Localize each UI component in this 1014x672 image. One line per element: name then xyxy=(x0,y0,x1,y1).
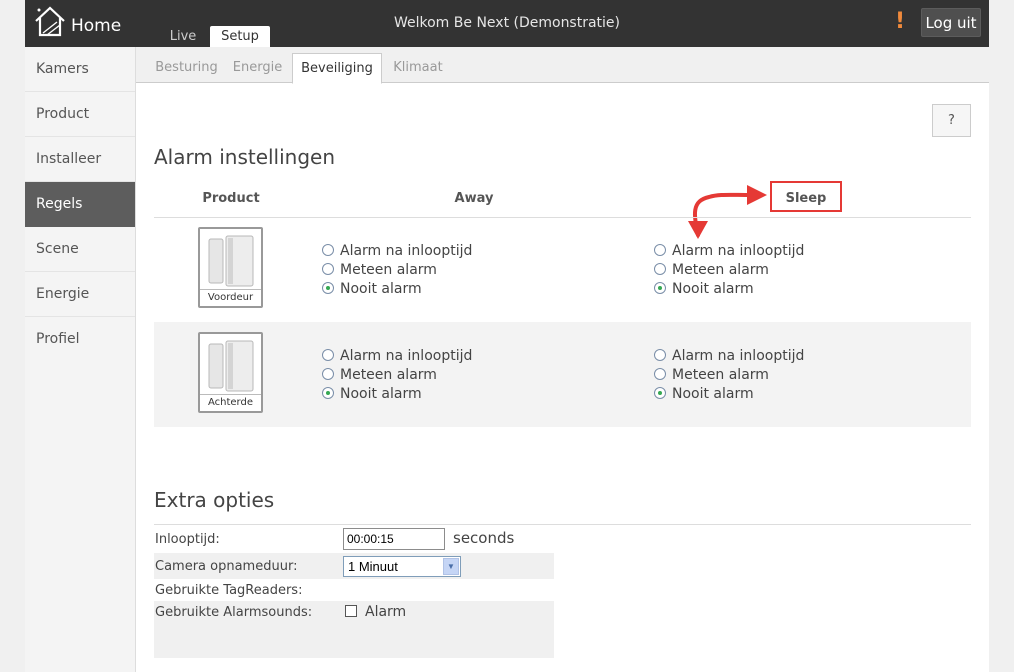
radio-option[interactable]: Nooit alarm xyxy=(322,280,472,299)
tab-beveiliging[interactable]: Beveiliging xyxy=(292,53,382,84)
tagreaders-label: Gebruikte TagReaders: xyxy=(155,583,303,598)
logout-button[interactable]: Log uit xyxy=(921,8,981,37)
main-panel: Besturing Energie Beveiliging Klimaat ? … xyxy=(136,47,989,672)
radio-option[interactable]: Nooit alarm xyxy=(654,385,804,404)
sleep-options-voordeur: Alarm na inlooptijd Meteen alarm Nooit a… xyxy=(654,242,804,299)
inlooptijd-label: Inlooptijd: xyxy=(155,532,220,547)
sidebar-item-regels[interactable]: Regels xyxy=(25,182,135,227)
warning-icon[interactable]: ! xyxy=(895,11,905,33)
table-row xyxy=(154,322,971,427)
sleep-options-achterdeur: Alarm na inlooptijd Meteen alarm Nooit a… xyxy=(654,347,804,404)
radio-button[interactable] xyxy=(322,349,334,361)
alarmsounds-label: Gebruikte Alarmsounds: xyxy=(155,605,313,620)
radio-option[interactable]: Nooit alarm xyxy=(654,280,804,299)
camera-duration-select[interactable]: 1 Minuut ▼ xyxy=(343,556,461,577)
tagreaders-row: Gebruikte TagReaders: xyxy=(154,580,554,600)
radio-option[interactable]: Alarm na inlooptijd xyxy=(322,347,472,366)
inlooptijd-input[interactable]: 00:00:15 xyxy=(343,528,445,550)
sidebar-item-kamers[interactable]: Kamers xyxy=(25,47,135,92)
sidebar-item-installeer[interactable]: Installeer xyxy=(25,137,135,182)
extra-divider xyxy=(154,524,971,525)
annotation-arrow-icon xyxy=(688,185,767,239)
radio-button[interactable] xyxy=(322,368,334,380)
sub-tab-bar: Besturing Energie Beveiliging Klimaat xyxy=(136,47,989,84)
product-card-voordeur[interactable]: Voordeur xyxy=(198,227,263,308)
radio-button-selected[interactable] xyxy=(654,387,666,399)
door-sensor-icon xyxy=(208,235,254,287)
sidebar-item-scene[interactable]: Scene xyxy=(25,227,135,272)
radio-option[interactable]: Meteen alarm xyxy=(654,261,804,280)
radio-button-selected[interactable] xyxy=(322,282,334,294)
alarm-sound-option[interactable]: Alarm xyxy=(345,604,406,620)
header-divider xyxy=(154,217,971,218)
radio-button[interactable] xyxy=(322,263,334,275)
away-options-voordeur: Alarm na inlooptijd Meteen alarm Nooit a… xyxy=(322,242,472,299)
sidebar: Kamers Product Installeer Regels Scene E… xyxy=(25,47,136,672)
radio-button[interactable] xyxy=(654,244,666,256)
extra-options-title: Extra opties xyxy=(154,488,275,512)
radio-button[interactable] xyxy=(654,263,666,275)
tab-live[interactable]: Live xyxy=(161,26,205,47)
camera-label: Camera opnameduur: xyxy=(155,559,298,574)
radio-option[interactable]: Alarm na inlooptijd xyxy=(654,347,804,366)
alarm-checkbox[interactable] xyxy=(345,605,357,617)
help-button[interactable]: ? xyxy=(932,104,971,137)
radio-button[interactable] xyxy=(322,244,334,256)
away-options-achterdeur: Alarm na inlooptijd Meteen alarm Nooit a… xyxy=(322,347,472,404)
tab-klimaat[interactable]: Klimaat xyxy=(386,53,450,83)
top-bar: Home Welkom Be Next (Demonstratie) Live … xyxy=(25,0,989,47)
alarm-settings-title: Alarm instellingen xyxy=(154,145,336,169)
radio-option[interactable]: Alarm na inlooptijd xyxy=(322,242,472,261)
product-card-achterdeur[interactable]: Achterde xyxy=(198,332,263,413)
door-sensor-icon xyxy=(208,340,254,392)
radio-option[interactable]: Meteen alarm xyxy=(322,261,472,280)
seconds-unit: seconds xyxy=(453,529,515,547)
tab-setup[interactable]: Setup xyxy=(210,26,270,47)
radio-button-selected[interactable] xyxy=(322,387,334,399)
radio-option[interactable]: Alarm na inlooptijd xyxy=(654,242,804,261)
radio-option[interactable]: Meteen alarm xyxy=(322,366,472,385)
radio-option[interactable]: Meteen alarm xyxy=(654,366,804,385)
sleep-highlight-box xyxy=(770,181,842,212)
radio-button[interactable] xyxy=(654,368,666,380)
column-header-product: Product xyxy=(202,191,260,206)
tab-besturing[interactable]: Besturing xyxy=(144,53,229,83)
radio-button-selected[interactable] xyxy=(654,282,666,294)
radio-button[interactable] xyxy=(654,349,666,361)
alarmsounds-row: Gebruikte Alarmsounds: Alarm xyxy=(154,601,554,658)
chevron-down-icon[interactable]: ▼ xyxy=(443,558,459,575)
product-label: Achterde xyxy=(200,394,261,411)
tab-energie[interactable]: Energie xyxy=(229,53,286,83)
sidebar-item-energie[interactable]: Energie xyxy=(25,272,135,317)
column-header-away: Away xyxy=(454,191,494,206)
sidebar-item-product[interactable]: Product xyxy=(25,92,135,137)
sidebar-item-profiel[interactable]: Profiel xyxy=(25,317,135,362)
product-label: Voordeur xyxy=(200,289,261,306)
radio-option[interactable]: Nooit alarm xyxy=(322,385,472,404)
